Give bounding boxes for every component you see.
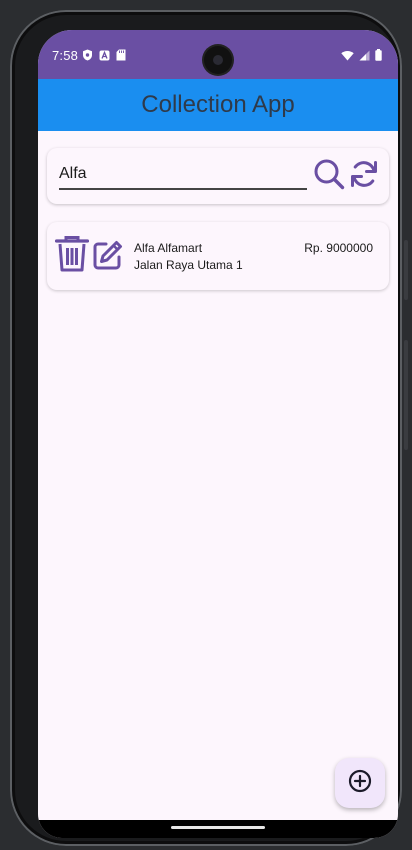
app-title: Collection App [141, 91, 295, 118]
edit-icon [92, 239, 124, 276]
refresh-icon [348, 158, 380, 195]
edit-button[interactable] [92, 239, 124, 276]
sd-card-icon [116, 48, 126, 66]
add-button[interactable] [335, 758, 385, 808]
search-card: Alfa [47, 148, 389, 204]
list-item[interactable]: Alfa Alfamart Jalan Raya Utama 1 Rp. 900… [47, 222, 389, 290]
wifi-icon [341, 48, 354, 66]
battery-icon [375, 48, 382, 66]
plus-circle-icon [348, 769, 372, 798]
signal-icon [359, 48, 370, 66]
search-button[interactable] [313, 158, 345, 195]
delete-button[interactable] [54, 235, 90, 277]
app-bar: Collection App [38, 79, 398, 131]
device-frame: 7:58 Collection App Alfa Alfa Alfamart J… [10, 10, 408, 846]
front-camera [204, 46, 232, 74]
status-left-icons [82, 48, 126, 66]
power-button [404, 240, 408, 300]
status-right-icons [341, 48, 382, 66]
navigation-bar [38, 820, 398, 838]
item-name: Alfa Alfamart [134, 241, 203, 255]
status-time: 7:58 [52, 48, 79, 63]
magnify-icon [313, 158, 345, 195]
status-bar: 7:58 [38, 30, 398, 79]
screen: 7:58 Collection App Alfa Alfa Alfamart J… [38, 30, 398, 838]
item-address: Jalan Raya Utama 1 [134, 258, 243, 272]
volume-button [404, 340, 408, 450]
search-input[interactable]: Alfa [59, 160, 307, 190]
item-amount: Rp. 9000000 [304, 241, 373, 255]
refresh-button[interactable] [348, 160, 380, 192]
shield-icon [82, 48, 93, 66]
home-indicator[interactable] [171, 826, 265, 829]
a-badge-icon [99, 48, 110, 66]
trash-icon [54, 235, 90, 277]
